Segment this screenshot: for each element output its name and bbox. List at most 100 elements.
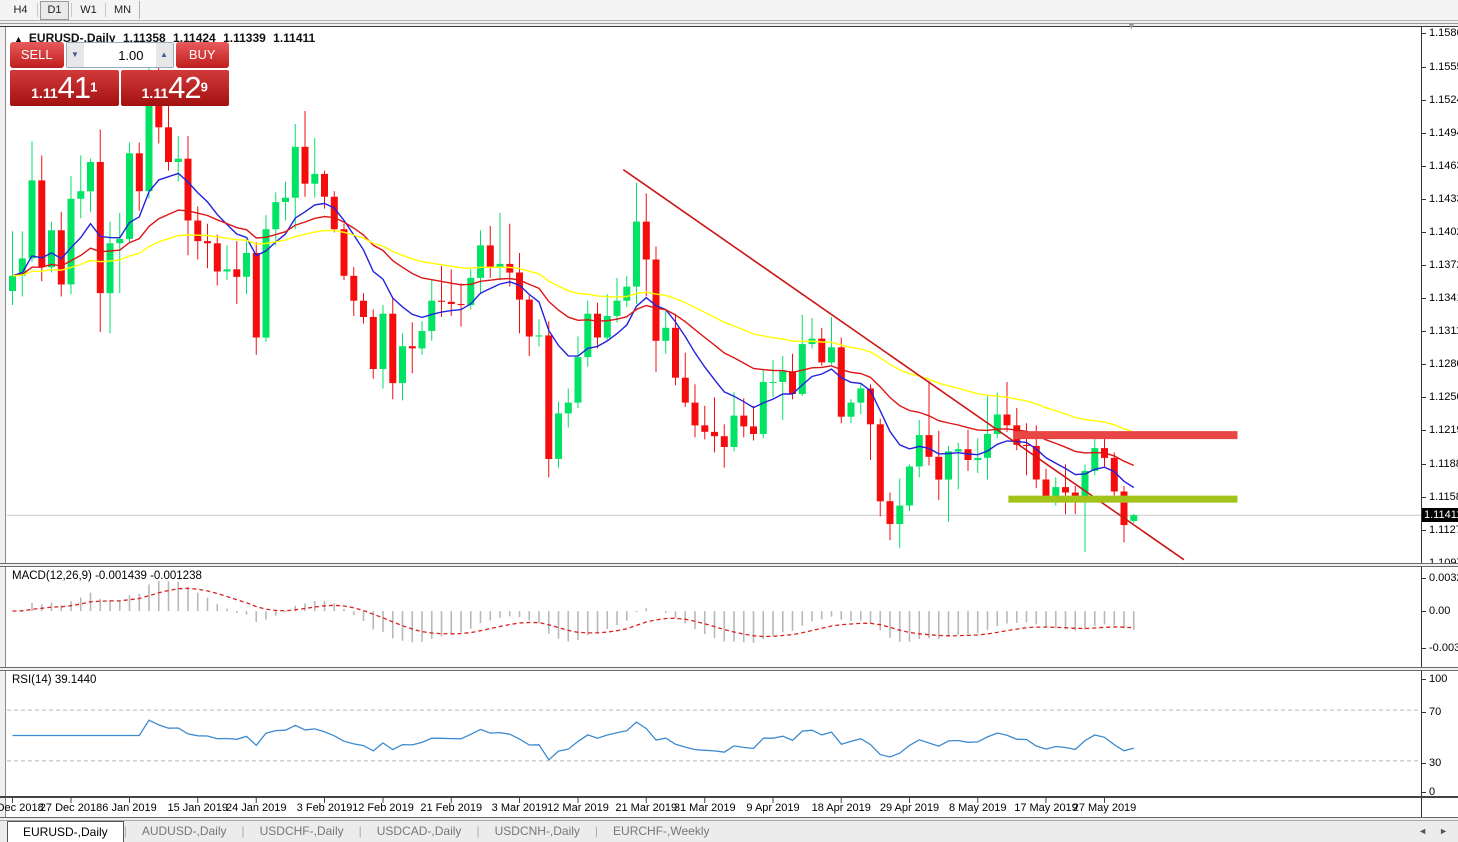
- candle: [448, 302, 455, 304]
- candle: [292, 147, 299, 198]
- candle: [253, 253, 260, 338]
- candle: [692, 403, 699, 426]
- date-axis-label: 15 Jan 2019: [167, 802, 228, 814]
- candle: [302, 147, 309, 184]
- buy-button[interactable]: BUY: [176, 42, 230, 68]
- date-axis-label: 8 May 2019: [949, 802, 1006, 814]
- tab-usdcad-daily[interactable]: USDCAD-,Daily: [362, 821, 477, 842]
- tab-eurusd-daily[interactable]: EURUSD-,Daily: [7, 821, 124, 842]
- candle: [458, 304, 465, 305]
- candles: [9, 50, 1137, 552]
- date-axis[interactable]: 18 Dec 201827 Dec 20186 Jan 2019 15 Jan 2…: [0, 800, 1421, 817]
- buy-price-prefix: 1.11: [142, 85, 168, 101]
- candle: [77, 191, 84, 199]
- tab-eurchf-weekly[interactable]: EURCHF-,Weekly: [598, 821, 724, 842]
- macd-label: MACD(12,26,9) -0.001439 -0.001238: [12, 570, 202, 582]
- date-axis-label: 31 Mar 2019: [674, 802, 736, 814]
- candle: [721, 436, 728, 447]
- volume-up-icon[interactable]: ▲: [156, 43, 173, 67]
- candle: [419, 331, 426, 348]
- candle: [974, 458, 981, 460]
- candle: [740, 416, 747, 427]
- candle: [643, 222, 650, 260]
- window-top-border-dark: [0, 26, 1458, 27]
- date-axis-label: 27 Dec 2018: [40, 802, 102, 814]
- candle: [1062, 487, 1069, 492]
- candle: [389, 314, 396, 383]
- price-axis-label: 1.15550: [1422, 61, 1458, 73]
- volume-input[interactable]: [84, 43, 156, 67]
- pane-separator-rsi[interactable]: [0, 667, 1458, 671]
- timeframe-button-h4[interactable]: H4: [6, 1, 35, 20]
- candle: [887, 501, 894, 524]
- date-axis-label: 6 Jan 2019: [102, 802, 156, 814]
- date-axis-label: 27 May 2019: [1073, 802, 1137, 814]
- tab-audusd-daily[interactable]: AUDUSD-,Daily: [127, 821, 242, 842]
- candle: [29, 180, 36, 258]
- toolbar-separator: [139, 1, 140, 19]
- date-axis-label: 24 Jan 2019: [226, 802, 287, 814]
- pane-separator-macd[interactable]: [0, 563, 1458, 567]
- price-axis-label: 1.12805: [1422, 358, 1458, 370]
- date-axis-label: 29 Apr 2019: [880, 802, 939, 814]
- sell-button[interactable]: SELL: [10, 42, 64, 68]
- tab-scroll-left-icon[interactable]: ◄: [1412, 826, 1433, 836]
- date-axis-label: 21 Mar 2019: [615, 802, 677, 814]
- price-axis-label: 1.11275: [1422, 524, 1458, 536]
- date-axis-label: 18 Dec 2018: [0, 802, 44, 814]
- candle: [272, 202, 279, 229]
- candle: [906, 467, 913, 506]
- tab-scroll-right-icon[interactable]: ►: [1433, 826, 1454, 836]
- price-axis[interactable]: 1.15860 1.15550 1.15245 1.14940 1.14635 1.143…: [1421, 27, 1458, 817]
- candle: [1091, 448, 1098, 471]
- price-axis-label: 1.14025: [1422, 226, 1458, 238]
- candle: [555, 413, 562, 459]
- candle: [545, 335, 552, 459]
- candle: [614, 301, 621, 316]
- timeframe-button-d1[interactable]: D1: [40, 1, 69, 20]
- candle: [487, 245, 494, 267]
- ohlc-close: 1.11411: [273, 31, 315, 45]
- sell-price-big: 41: [58, 70, 90, 105]
- candle: [48, 230, 55, 267]
- candle: [331, 197, 338, 230]
- chart-canvas[interactable]: [0, 0, 1458, 842]
- candle: [282, 198, 289, 202]
- window-top-border: [0, 23, 1458, 24]
- candle: [984, 434, 991, 458]
- candle: [916, 435, 923, 466]
- ohlc-low: 1.11339: [223, 31, 266, 45]
- price-axis-label: 1.15860: [1422, 27, 1458, 39]
- price-axis-label: 1.14940: [1422, 127, 1458, 139]
- candle: [1004, 415, 1011, 426]
- mt4-window: H4D1W1MN ▼ ▲EURUSD-,Daily 1.11358 1.1142…: [0, 0, 1458, 842]
- timeframe-button-mn[interactable]: MN: [108, 1, 137, 20]
- chevron-down-icon[interactable]: ▼: [1127, 21, 1136, 31]
- sell-price-sup: 1: [90, 80, 97, 95]
- candle: [701, 425, 708, 432]
- candle: [263, 229, 270, 337]
- price-axis-label: 1.14635: [1422, 160, 1458, 172]
- candle: [672, 328, 679, 378]
- candle: [136, 153, 143, 191]
- price-axis-label: 1.14330: [1422, 193, 1458, 205]
- macd-pane: [13, 581, 1134, 643]
- volume-down-icon[interactable]: ▼: [67, 43, 84, 67]
- timeframe-button-w1[interactable]: W1: [74, 1, 103, 20]
- sell-price-box[interactable]: 1.11411: [10, 70, 119, 106]
- tab-usdcnh-daily[interactable]: USDCNH-,Daily: [480, 821, 595, 842]
- buy-price-box[interactable]: 1.11429: [121, 70, 230, 106]
- candle: [526, 300, 533, 337]
- candle: [926, 435, 933, 457]
- buy-price-big: 42: [168, 70, 200, 105]
- candle: [945, 451, 952, 479]
- current-price-tag: 1.11411: [1422, 508, 1458, 522]
- window-bottom-border: [0, 817, 1458, 818]
- candle: [896, 506, 903, 524]
- candle: [760, 382, 767, 434]
- candle: [623, 287, 630, 301]
- chart-tab-bar: EURUSD-,Daily|AUDUSD-,Daily|USDCHF-,Dail…: [0, 820, 1458, 842]
- candle: [97, 162, 104, 293]
- price-axis-label: 1.15245: [1422, 94, 1458, 106]
- tab-usdchf-daily[interactable]: USDCHF-,Daily: [245, 821, 359, 842]
